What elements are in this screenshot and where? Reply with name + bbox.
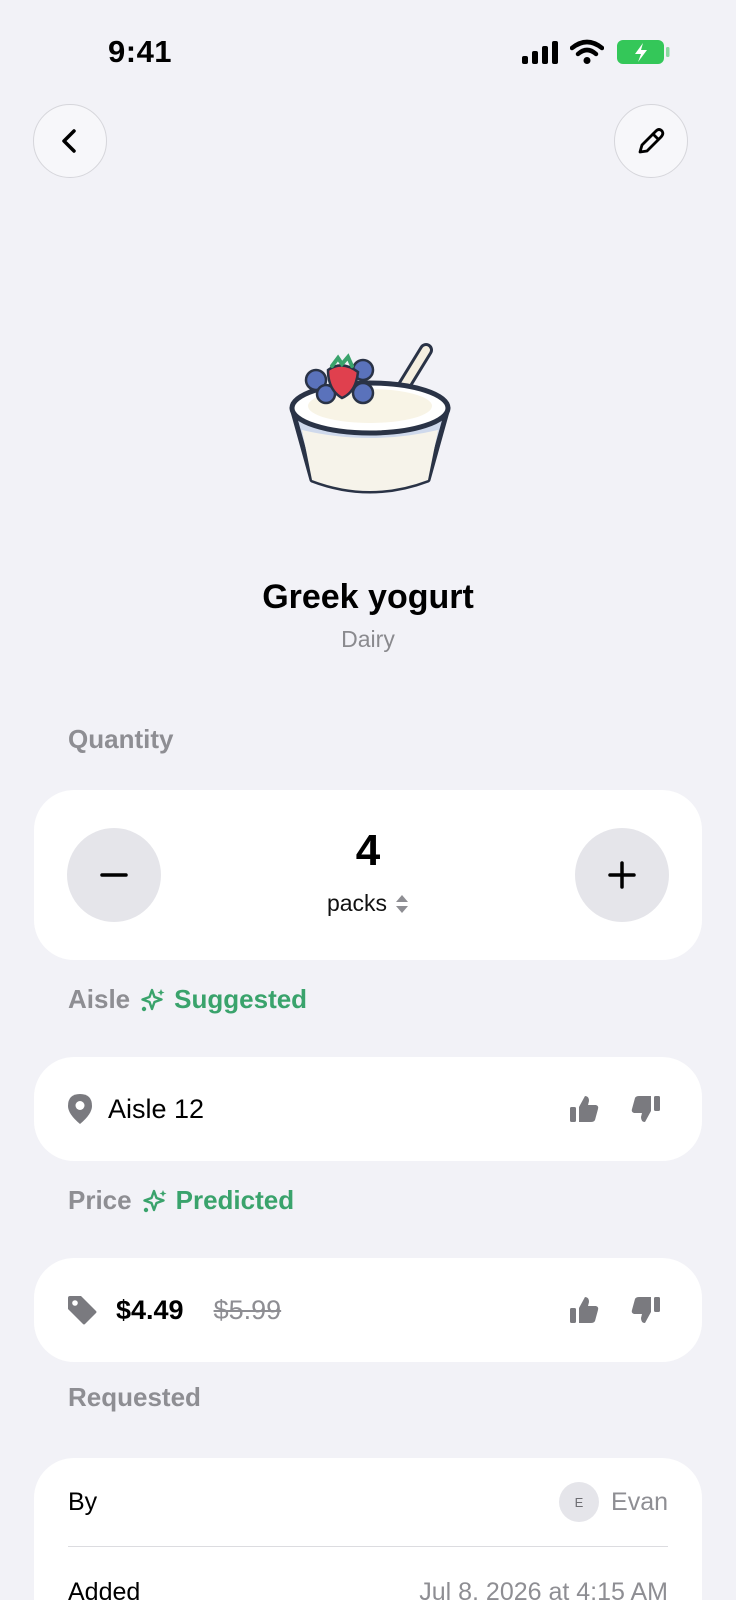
wifi-icon bbox=[570, 39, 604, 64]
aisle-section-label: Aisle Suggested bbox=[68, 984, 307, 1015]
sparkles-icon bbox=[142, 1189, 167, 1212]
chevron-left-icon bbox=[62, 129, 76, 153]
avatar: E bbox=[559, 1482, 600, 1522]
thumbs-down-icon[interactable] bbox=[630, 1294, 662, 1326]
item-category: Dairy bbox=[341, 626, 395, 652]
divider bbox=[68, 1546, 668, 1547]
added-label: Added bbox=[68, 1577, 141, 1600]
sparkles-icon bbox=[141, 988, 165, 1011]
thumbs-up-icon[interactable] bbox=[568, 1294, 600, 1326]
back-button[interactable] bbox=[33, 104, 107, 178]
quantity-label: Quantity bbox=[68, 724, 174, 754]
price-current: $4.49 bbox=[116, 1294, 184, 1325]
price-tag-icon bbox=[68, 1296, 97, 1325]
thumbs-down-icon[interactable] bbox=[630, 1093, 662, 1125]
added-row: Added Jul 8, 2026 at 4:15 AM bbox=[68, 1548, 668, 1600]
item-title: Greek yogurt bbox=[262, 578, 474, 616]
yogurt-illustration bbox=[289, 343, 451, 494]
quantity-unit-label: packs bbox=[326, 890, 388, 916]
requested-by-label: By bbox=[68, 1487, 98, 1516]
requested-by-value: Evan bbox=[611, 1487, 668, 1516]
edit-button[interactable] bbox=[614, 104, 688, 178]
updown-icon bbox=[396, 894, 409, 913]
pencil-icon bbox=[638, 128, 665, 154]
plus-icon bbox=[608, 861, 636, 889]
price-label: Price bbox=[68, 1185, 132, 1215]
aisle-value: Aisle 12 bbox=[108, 1093, 205, 1124]
location-pin-icon bbox=[68, 1094, 92, 1124]
added-value: Jul 8, 2026 at 4:15 AM bbox=[419, 1577, 668, 1600]
suggested-badge: Suggested bbox=[140, 984, 307, 1015]
price-card: $4.49 $5.99 bbox=[34, 1258, 702, 1362]
suggested-badge-text: Suggested bbox=[174, 984, 308, 1014]
status-time: 9:41 bbox=[108, 34, 173, 69]
increase-quantity-button[interactable] bbox=[575, 828, 669, 922]
aisle-card: Aisle 12 bbox=[34, 1057, 702, 1161]
item-detail-screen: 9:41 Greek yogurt Dairy Quantity 4 packs… bbox=[0, 0, 736, 1600]
predicted-badge-text: Predicted bbox=[175, 1185, 295, 1215]
price-section-label: Price Predicted bbox=[68, 1185, 294, 1216]
quantity-card: 4 packs bbox=[34, 790, 702, 960]
aisle-label: Aisle bbox=[68, 984, 131, 1014]
predicted-badge: Predicted bbox=[142, 1185, 295, 1216]
requested-section-label: Requested bbox=[68, 1382, 201, 1413]
price-original: $5.99 bbox=[213, 1294, 282, 1325]
thumbs-up-icon[interactable] bbox=[568, 1093, 600, 1125]
status-icons bbox=[522, 38, 670, 66]
quantity-section-label: Quantity bbox=[68, 724, 173, 755]
battery-charging-icon bbox=[617, 40, 670, 64]
requested-card: By E Evan Added Jul 8, 2026 at 4:15 AM bbox=[34, 1458, 702, 1600]
cellular-signal-icon bbox=[522, 40, 558, 64]
requested-label: Requested bbox=[68, 1382, 201, 1412]
requested-by-row: By E Evan bbox=[68, 1458, 668, 1546]
